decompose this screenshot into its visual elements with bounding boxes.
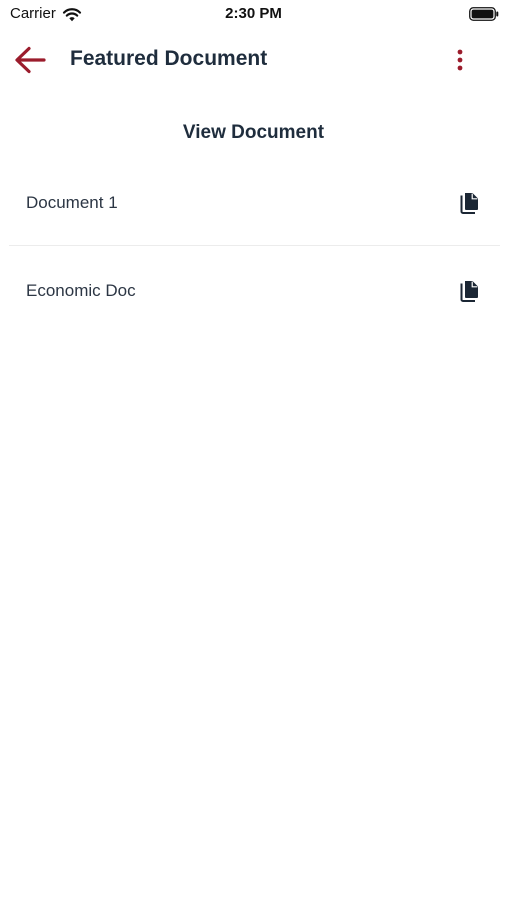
app-header: Featured Document bbox=[0, 28, 507, 90]
status-time: 2:30 PM bbox=[225, 5, 282, 22]
app-screen: Carrier 2:30 PM Featured Document View D… bbox=[0, 0, 507, 900]
document-row[interactable]: Economic Doc bbox=[9, 246, 500, 334]
copy-document-icon[interactable] bbox=[460, 280, 480, 302]
document-row[interactable]: Document 1 bbox=[9, 158, 500, 246]
document-name: Economic Doc bbox=[26, 281, 136, 300]
battery-icon bbox=[469, 7, 499, 21]
document-name: Document 1 bbox=[26, 193, 118, 212]
copy-document-icon[interactable] bbox=[460, 192, 480, 214]
more-options-button[interactable] bbox=[443, 44, 477, 76]
document-list: Document 1 Economic Doc bbox=[9, 158, 500, 334]
status-bar: Carrier 2:30 PM bbox=[0, 0, 507, 28]
section-title: View Document bbox=[182, 122, 325, 143]
arrow-left-icon bbox=[15, 46, 46, 74]
vertical-dots-icon bbox=[457, 49, 463, 71]
back-button[interactable] bbox=[10, 42, 50, 78]
page-title: Featured Document bbox=[70, 47, 268, 70]
